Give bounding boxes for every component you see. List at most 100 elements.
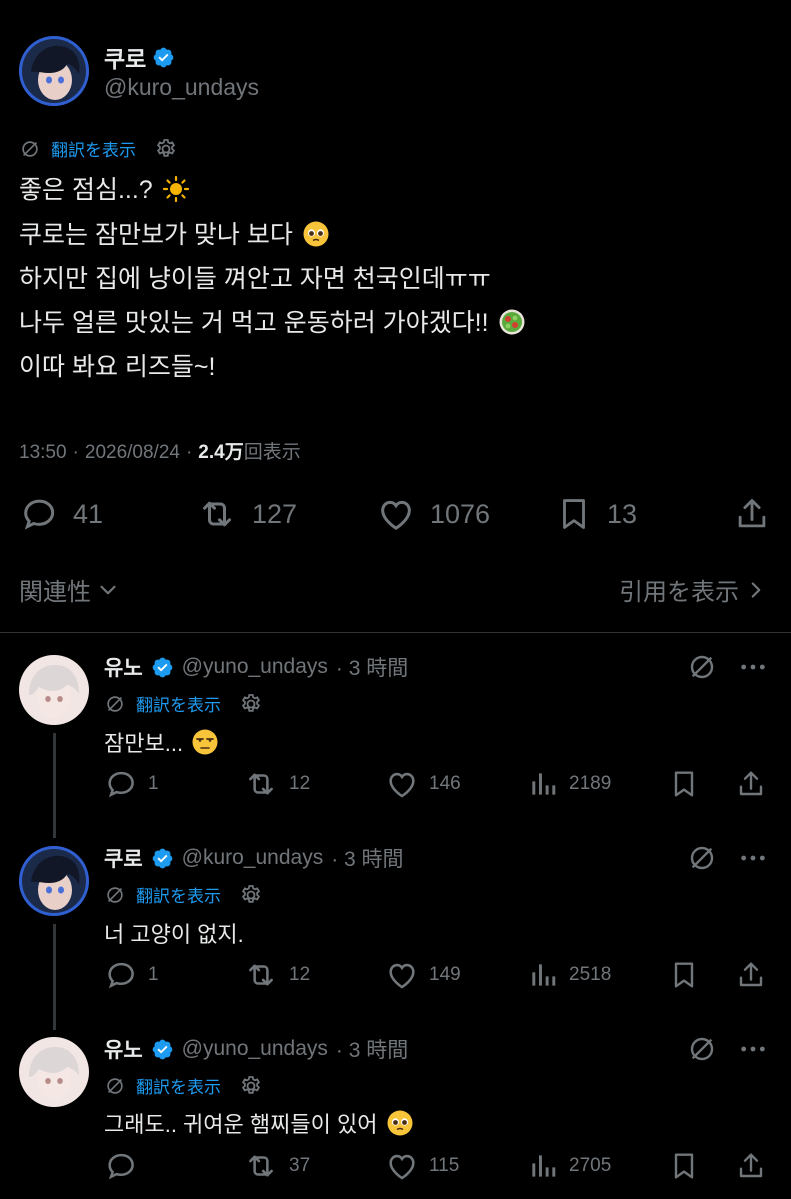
reply-views-action[interactable]: 2189	[527, 767, 611, 801]
tweet-line-2-text: 쿠로는 잠만보가 맞나 보다	[19, 221, 293, 249]
like-count: 1076	[430, 498, 491, 529]
heart-icon	[376, 494, 416, 534]
reply-views-action[interactable]: 2518	[527, 958, 611, 992]
bookmark-action[interactable]: 13	[555, 494, 637, 534]
views-icon	[527, 958, 559, 992]
reply-reply-action[interactable]: 1	[104, 958, 159, 992]
gear-icon[interactable]	[154, 137, 178, 161]
reply-action[interactable]: 41	[19, 494, 103, 534]
grok-icon	[686, 842, 718, 874]
translate-row: 翻訳を表示	[19, 136, 178, 161]
translate-link[interactable]: 翻訳を表示	[136, 882, 221, 907]
tweet-date[interactable]: 2026/08/24	[85, 442, 180, 464]
reply-repost-action[interactable]: 12	[243, 767, 310, 801]
bookmark-icon	[668, 767, 700, 801]
more-button[interactable]	[737, 651, 769, 688]
share-button[interactable]	[733, 494, 771, 539]
author-handle[interactable]: @kuro_undays	[104, 74, 259, 101]
reply-views-count: 2189	[569, 773, 612, 794]
reply-time[interactable]: · 3 時間	[336, 1034, 408, 1064]
thread-connector	[53, 733, 56, 838]
tweet-line-5: 이따 봐요 리즈들~!	[19, 353, 216, 381]
reply-time[interactable]: · 3 時間	[336, 652, 408, 682]
more-icon	[737, 842, 769, 874]
grok-icon	[686, 1033, 718, 1065]
reply-share-button[interactable]	[735, 767, 767, 806]
reply-author-name[interactable]: 유노	[104, 1034, 143, 1064]
reply-author-name[interactable]: 유노	[104, 652, 143, 682]
reply-translate-row: 翻訳を表示	[104, 691, 263, 716]
reply-author-handle[interactable]: @yuno_undays	[182, 655, 328, 679]
tweet-time[interactable]: 13:50	[19, 442, 67, 464]
reply-bookmark-button[interactable]	[668, 958, 700, 997]
sort-relevance-label: 関連性	[19, 579, 91, 606]
reply-reply-action[interactable]	[104, 1149, 148, 1183]
reply-text: 그래도.. 귀여운 햄찌들이 있어	[104, 1107, 414, 1139]
grok-button[interactable]	[686, 651, 718, 688]
gear-icon[interactable]	[239, 1074, 263, 1098]
tweet-line-1: 좋은 점심...?	[19, 168, 190, 212]
gear-icon[interactable]	[239, 883, 263, 907]
translate-link[interactable]: 翻訳を表示	[136, 691, 221, 716]
reply-reply-count: 1	[148, 964, 159, 985]
reply-header: 유노 @yuno_undays · 3 時間	[104, 1034, 408, 1064]
repost-icon	[243, 767, 279, 801]
reply-avatar[interactable]	[19, 655, 89, 725]
views-label[interactable]: 回表示	[244, 437, 301, 464]
author-name-row[interactable]: 쿠로	[104, 40, 175, 74]
reply-repost-action[interactable]: 37	[243, 1149, 310, 1183]
repost-icon	[196, 494, 238, 534]
grok-button[interactable]	[686, 842, 718, 879]
reply-time[interactable]: · 3 時間	[331, 843, 403, 873]
reply-author-handle[interactable]: @kuro_undays	[182, 846, 324, 870]
pleading-face-emoji-icon	[303, 221, 329, 247]
reply-avatar[interactable]	[19, 846, 89, 916]
view-quotes-button[interactable]: 引用を表示	[619, 572, 769, 607]
reply-icon	[104, 767, 138, 801]
more-button[interactable]	[737, 842, 769, 879]
reply-bookmark-button[interactable]	[668, 767, 700, 806]
tweet-line-1-text: 좋은 점심...?	[19, 176, 153, 204]
sort-relevance-button[interactable]: 関連性	[19, 572, 121, 607]
author-avatar[interactable]	[19, 36, 89, 106]
share-icon	[735, 1149, 767, 1183]
gear-icon[interactable]	[239, 692, 263, 716]
reply-repost-action[interactable]: 12	[243, 958, 310, 992]
repost-icon	[243, 1149, 279, 1183]
reply-author-handle[interactable]: @yuno_undays	[182, 1037, 328, 1061]
reply-icon	[104, 958, 138, 992]
reply-views-count: 2518	[569, 964, 612, 985]
reply-reply-count: 1	[148, 773, 159, 794]
grok-button[interactable]	[686, 1033, 718, 1070]
translate-link[interactable]: 翻訳を表示	[136, 1073, 221, 1098]
reply-like-action[interactable]: 115	[385, 1149, 459, 1183]
reply-avatar[interactable]	[19, 1037, 89, 1107]
more-icon	[737, 1033, 769, 1065]
reply-like-action[interactable]: 146	[385, 767, 461, 801]
repost-icon	[243, 958, 279, 992]
repost-action[interactable]: 127	[196, 494, 297, 534]
meta-separator: ·	[72, 442, 79, 463]
views-icon	[527, 767, 559, 801]
reply-icon	[104, 1149, 138, 1183]
section-divider	[0, 632, 791, 633]
tweet-line-4-text: 나두 얼른 맛있는 거 먹고 운동하러 가야겠다!!	[19, 309, 489, 337]
more-button[interactable]	[737, 1033, 769, 1070]
reply-text-content: 잠만보...	[104, 731, 184, 756]
reply-like-action[interactable]: 149	[385, 958, 461, 992]
reply-bookmark-button[interactable]	[668, 1149, 700, 1188]
translate-link[interactable]: 翻訳を表示	[51, 136, 136, 161]
like-action[interactable]: 1076	[376, 494, 490, 534]
reply-author-name[interactable]: 쿠로	[104, 843, 143, 873]
reply-views-action[interactable]: 2705	[527, 1149, 611, 1183]
reply-share-button[interactable]	[735, 958, 767, 997]
tweet-meta: 13:50 · 2026/08/24 · 2.4万 回表示	[19, 437, 301, 464]
reply-reply-action[interactable]: 1	[104, 767, 159, 801]
heart-icon	[385, 767, 419, 801]
author-name[interactable]: 쿠로	[104, 40, 146, 74]
tweet-line-4: 나두 얼른 맛있는 거 먹고 운동하러 가야겠다!!	[19, 301, 526, 345]
bookmark-icon	[555, 494, 593, 534]
avatar-image	[19, 36, 89, 106]
reply-share-button[interactable]	[735, 1149, 767, 1188]
views-count[interactable]: 2.4万	[198, 437, 243, 464]
